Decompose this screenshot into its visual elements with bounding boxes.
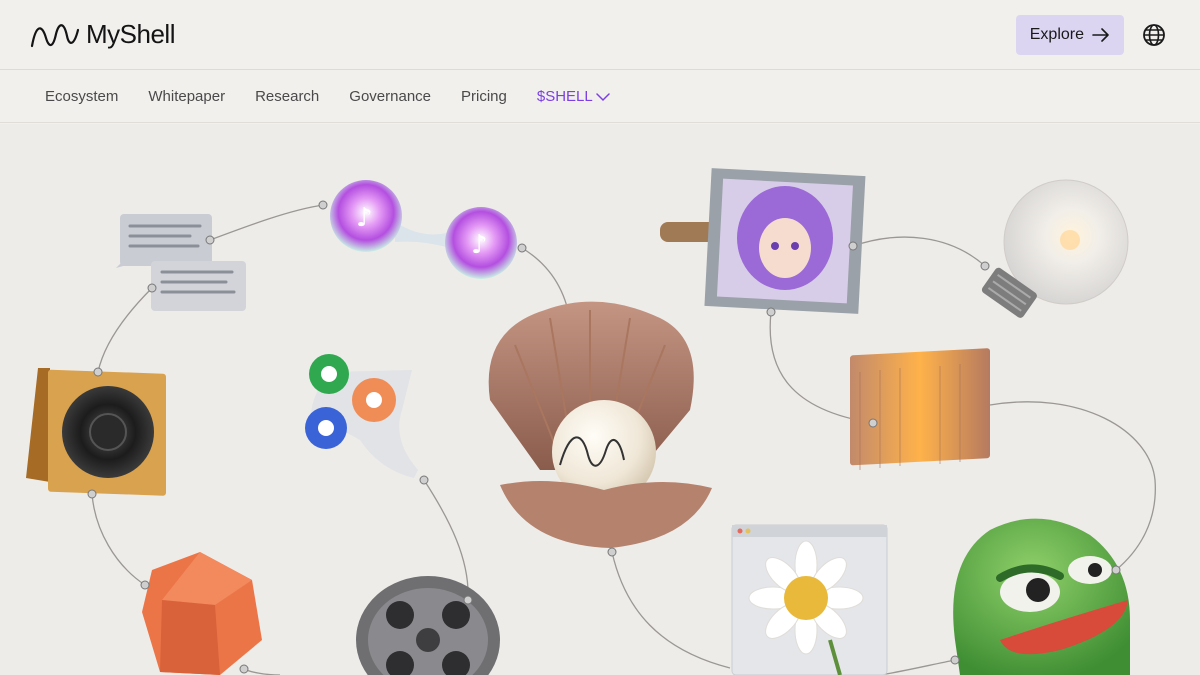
d20-die-illustration: [140, 552, 262, 675]
hero-scene: ♪ ♪: [26, 168, 1156, 675]
arrow-right-icon: [1092, 27, 1109, 42]
anime-portrait-illustration: [660, 168, 866, 317]
main-nav: Ecosystem Whitepaper Research Governance…: [0, 71, 1200, 123]
nav-item-pricing[interactable]: Pricing: [461, 88, 507, 105]
nav-item-shell-token[interactable]: $SHELL: [537, 88, 610, 105]
film-reel-illustration: [356, 576, 500, 675]
nav-item-ecosystem[interactable]: Ecosystem: [45, 88, 118, 105]
myshell-wave-logo-icon: [30, 23, 80, 47]
glowing-heater-illustration: [850, 348, 990, 470]
svg-text:♪: ♪: [471, 230, 488, 260]
globe-icon: [1143, 23, 1165, 46]
chat-bubbles-illustration: [116, 214, 246, 311]
explore-label: Explore: [1029, 25, 1084, 43]
explore-button[interactable]: Explore: [1015, 14, 1124, 55]
logo[interactable]: MyShell: [30, 19, 175, 50]
lottery-funnel-illustration: [305, 354, 429, 485]
light-bulb-illustration: [980, 179, 1129, 318]
svg-text:♪: ♪: [356, 203, 373, 233]
logo-text: MyShell: [86, 19, 175, 49]
daisy-window-illustration: [731, 524, 888, 675]
language-switcher[interactable]: [1142, 23, 1166, 47]
shell-pearl-illustration: [488, 301, 712, 557]
speaker-illustration: [26, 367, 166, 499]
pepe-frog-illustration: [950, 518, 1130, 675]
nav-item-whitepaper[interactable]: Whitepaper: [148, 88, 225, 105]
nav-item-research[interactable]: Research: [255, 88, 319, 105]
nav-item-governance[interactable]: Governance: [349, 88, 431, 105]
top-header: MyShell Explore: [0, 0, 1200, 70]
hero-illustration: ♪ ♪: [0, 124, 1200, 675]
chevron-down-icon: [595, 92, 610, 101]
shell-token-label: $SHELL: [536, 88, 593, 105]
music-orbs-illustration: ♪ ♪: [318, 180, 527, 279]
